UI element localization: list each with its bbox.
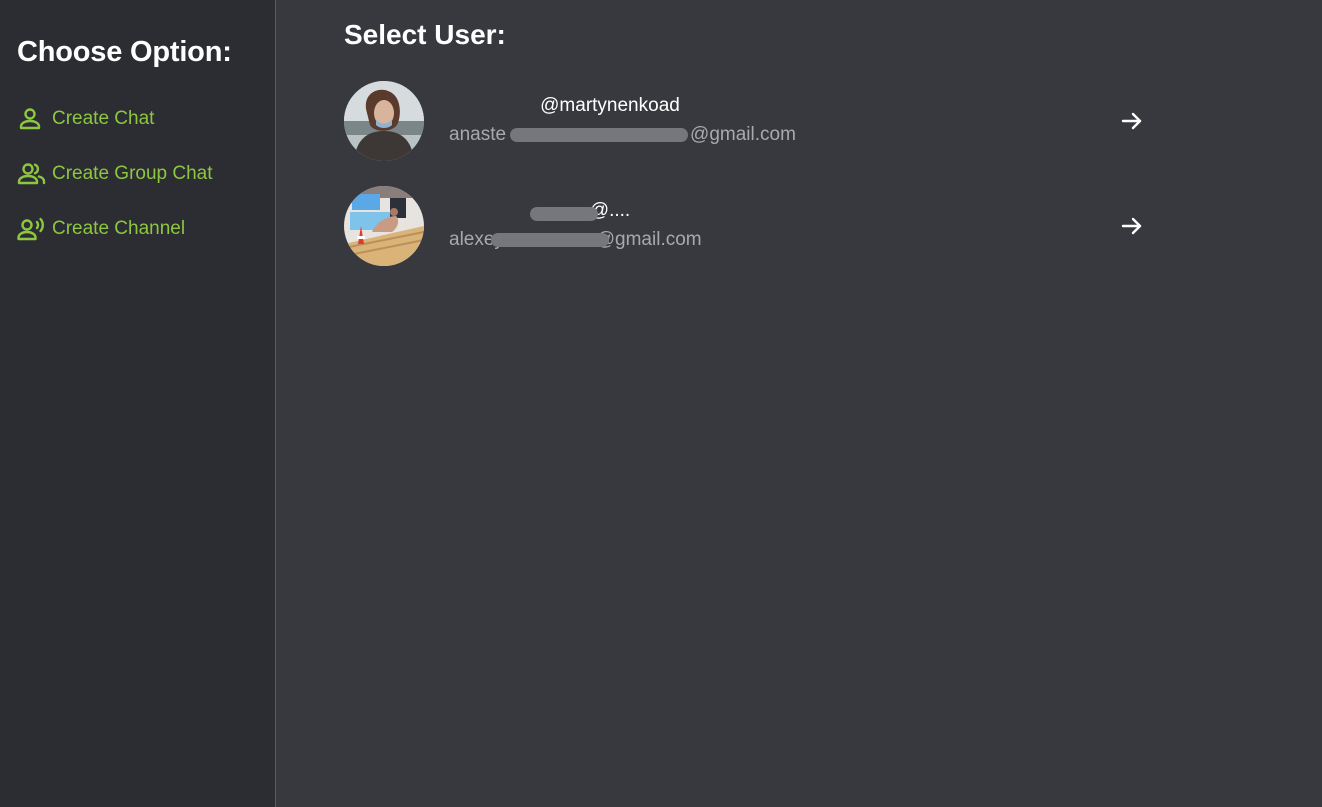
- redaction-mark: [510, 128, 688, 142]
- arrow-right-icon[interactable]: [1120, 214, 1144, 238]
- sidebar-item-create-group-chat[interactable]: Create Group Chat: [17, 159, 213, 189]
- avatar: [344, 186, 424, 266]
- email-suffix: @gmail.com: [690, 124, 796, 145]
- sidebar: Choose Option: Create Chat Create Group …: [0, 0, 276, 807]
- sidebar-item-label: Create Chat: [52, 108, 155, 129]
- main-panel: Select User: @martynenkoad anaste @gmail.…: [276, 0, 1322, 807]
- page-title: Select User:: [344, 19, 506, 50]
- sidebar-item-create-channel[interactable]: Create Channel: [17, 214, 185, 244]
- avatar: [344, 81, 424, 161]
- email-prefix: anaste: [449, 124, 507, 145]
- redaction-mark: [530, 207, 598, 221]
- person-icon: [17, 106, 47, 132]
- user-row[interactable]: @martynenkoad anaste @gmail.com: [344, 81, 1154, 161]
- app-window: Choose Option: Create Chat Create Group …: [0, 0, 1322, 807]
- sidebar-title: Choose Option:: [17, 36, 232, 68]
- arrow-right-icon[interactable]: [1120, 109, 1144, 133]
- user-row[interactable]: @.... alexeym @gmail.com: [344, 186, 1154, 266]
- username: @martynenkoad: [540, 95, 680, 116]
- email-suffix: @gmail.com: [595, 229, 702, 250]
- sidebar-item-create-chat[interactable]: Create Chat: [17, 104, 154, 134]
- broadcast-person-icon: [17, 216, 47, 242]
- group-icon: [17, 161, 47, 187]
- username: @....: [589, 200, 631, 221]
- sidebar-item-label: Create Channel: [52, 218, 186, 239]
- sidebar-item-label: Create Group Chat: [52, 163, 213, 184]
- redaction-mark: [491, 233, 609, 247]
